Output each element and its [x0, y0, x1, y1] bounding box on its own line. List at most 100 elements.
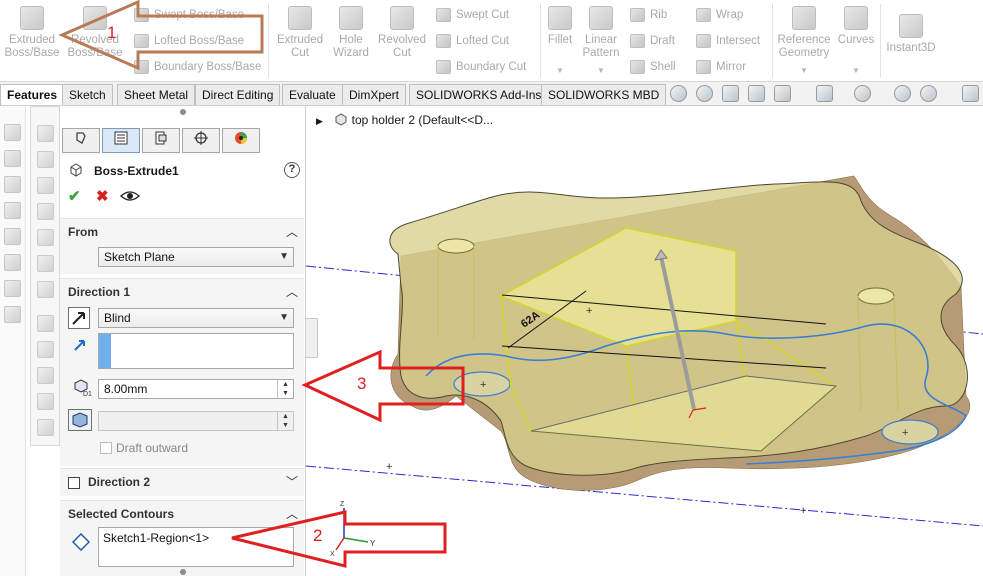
strip-tool-icon[interactable]: [4, 254, 21, 271]
sketch-tool-icon[interactable]: [37, 367, 54, 384]
tab-direct-editing[interactable]: Direct Editing: [195, 84, 281, 105]
display-style-icon[interactable]: [816, 85, 833, 102]
panel-bottom-grip[interactable]: [180, 569, 186, 575]
intersect-button[interactable]: Intersect: [694, 32, 760, 50]
fillet-dropdown-icon[interactable]: ▼: [556, 66, 564, 75]
previous-view-icon[interactable]: [722, 85, 739, 102]
tab-addins[interactable]: SOLIDWORKS Add-Ins: [409, 84, 549, 105]
draft-button[interactable]: Draft: [628, 32, 675, 50]
sketch-tool-icon[interactable]: [37, 393, 54, 410]
tab-features[interactable]: Features: [0, 84, 65, 105]
selected-contours-list[interactable]: Sketch1-Region<1>: [98, 527, 294, 567]
hide-show-items-icon[interactable]: [854, 85, 871, 102]
pattern-dropdown-icon[interactable]: ▼: [597, 66, 605, 75]
contour-list-item[interactable]: Sketch1-Region<1>: [103, 531, 209, 545]
sketch-tool-icon[interactable]: [37, 125, 54, 142]
strip-tool-icon[interactable]: [4, 228, 21, 245]
collapse-chevron-icon[interactable]: ︿: [286, 283, 298, 300]
depth-input[interactable]: 8.00mm ▲ ▼: [98, 379, 294, 399]
view-settings-icon[interactable]: [962, 85, 979, 102]
sketch-tool-icon[interactable]: [37, 419, 54, 436]
strip-tool-icon[interactable]: [4, 150, 21, 167]
fillet-button[interactable]: Fillet: [544, 6, 576, 47]
strip-tool-icon[interactable]: [4, 280, 21, 297]
swept-cut-button[interactable]: Swept Cut: [434, 6, 509, 24]
strip-tool-icon[interactable]: [4, 306, 21, 323]
sketch-tool-icon[interactable]: [37, 229, 54, 246]
from-select[interactable]: Sketch Plane ▼: [98, 247, 294, 267]
draft-toggle-icon[interactable]: [68, 409, 92, 431]
section-view-icon[interactable]: [748, 85, 765, 102]
boss-cylinder-top[interactable]: [857, 287, 895, 305]
revolved-boss-button[interactable]: Revolved Boss/Base: [66, 6, 124, 60]
strip-tool-icon[interactable]: [4, 124, 21, 141]
lofted-cut-button[interactable]: Lofted Cut: [434, 32, 509, 50]
sketch-tool-icon[interactable]: [37, 315, 54, 332]
dimxpert-manager-tab-icon[interactable]: [182, 128, 220, 153]
strip-tool-icon[interactable]: [4, 176, 21, 193]
preview-eye-icon[interactable]: [120, 188, 140, 208]
draft-angle-input[interactable]: ▲ ▼: [98, 411, 294, 431]
panel-resize-grip[interactable]: [60, 108, 306, 116]
direction2-checkbox[interactable]: [68, 477, 80, 489]
hole-outline[interactable]: [881, 419, 939, 445]
reference-geometry-button[interactable]: Reference Geometry: [776, 6, 832, 60]
sketch-tool-icon[interactable]: [37, 281, 54, 298]
edit-appearance-icon[interactable]: [894, 85, 911, 102]
boundary-cut-button[interactable]: Boundary Cut: [434, 58, 526, 76]
wrap-button[interactable]: Wrap: [694, 6, 743, 24]
mirror-button[interactable]: Mirror: [694, 58, 746, 76]
extruded-cut-button[interactable]: Extruded Cut: [274, 6, 326, 60]
direction-selection-box[interactable]: [98, 333, 294, 369]
view-orientation-icon[interactable]: [774, 85, 791, 102]
boundary-boss-button[interactable]: Boundary Boss/Base: [132, 58, 261, 76]
sketch-tool-icon[interactable]: [37, 177, 54, 194]
strip-tool-icon[interactable]: [4, 202, 21, 219]
curves-button[interactable]: Curves: [836, 6, 876, 47]
tab-sketch[interactable]: Sketch: [62, 84, 113, 105]
help-icon[interactable]: ?: [284, 162, 300, 178]
feature-manager-tab-icon[interactable]: [62, 128, 100, 153]
reverse-direction-icon[interactable]: [68, 307, 90, 329]
display-manager-tab-icon[interactable]: [222, 128, 260, 153]
swept-boss-button[interactable]: Swept Boss/Base: [132, 6, 244, 24]
shell-button[interactable]: Shell: [628, 58, 676, 76]
zoom-to-area-icon[interactable]: [696, 85, 713, 102]
curves-dropdown-icon[interactable]: ▼: [852, 66, 860, 75]
revolved-cut-button[interactable]: Revolved Cut: [376, 6, 428, 60]
apply-scene-icon[interactable]: [920, 85, 937, 102]
boss-extrude-icon: [70, 163, 82, 177]
hole-wizard-button[interactable]: Hole Wizard: [328, 6, 374, 60]
cancel-x-icon[interactable]: ✖: [96, 188, 109, 206]
sketch-tool-icon[interactable]: [37, 255, 54, 272]
reference-geometry-dropdown-icon[interactable]: ▼: [800, 66, 808, 75]
boss-cylinder-top[interactable]: [437, 238, 475, 254]
tab-mbd[interactable]: SOLIDWORKS MBD: [541, 84, 667, 105]
property-manager-tab-icon[interactable]: [102, 128, 140, 153]
end-condition-select[interactable]: Blind ▼: [98, 308, 294, 328]
ok-check-icon[interactable]: ✔: [68, 188, 81, 206]
tab-evaluate[interactable]: Evaluate: [282, 84, 343, 105]
collapse-chevron-icon[interactable]: ︿: [286, 505, 298, 522]
sketch-tool-icon[interactable]: [37, 151, 54, 168]
tab-sheet-metal[interactable]: Sheet Metal: [117, 84, 196, 105]
tab-dimxpert[interactable]: DimXpert: [342, 84, 407, 105]
linear-pattern-button[interactable]: Linear Pattern: [580, 6, 622, 60]
configuration-manager-tab-icon[interactable]: [142, 128, 180, 153]
lofted-boss-button[interactable]: Lofted Boss/Base: [132, 32, 244, 50]
rib-button[interactable]: Rib: [628, 6, 667, 24]
expand-chevron-icon[interactable]: ﹀: [286, 473, 298, 490]
extruded-boss-button[interactable]: Extruded Boss/Base: [4, 6, 60, 60]
depth-spinner[interactable]: ▲ ▼: [277, 380, 293, 398]
sketch-tool-icon[interactable]: [37, 203, 54, 220]
collapse-chevron-icon[interactable]: ︿: [286, 223, 298, 240]
zoom-to-fit-icon[interactable]: [670, 85, 687, 102]
draft-angle-spinner[interactable]: ▲ ▼: [277, 412, 293, 430]
instant3d-button[interactable]: Instant3D: [884, 14, 938, 55]
swept-boss-icon: [134, 8, 149, 22]
sketch-tool-icon[interactable]: [37, 341, 54, 358]
graphics-area[interactable]: ▶ top holder 2 (Default<<D... 62A + + + …: [306, 106, 983, 576]
hole-wizard-icon: [339, 6, 363, 30]
draft-outward-checkbox[interactable]: [100, 442, 112, 454]
boundary-boss-icon: [134, 60, 149, 74]
